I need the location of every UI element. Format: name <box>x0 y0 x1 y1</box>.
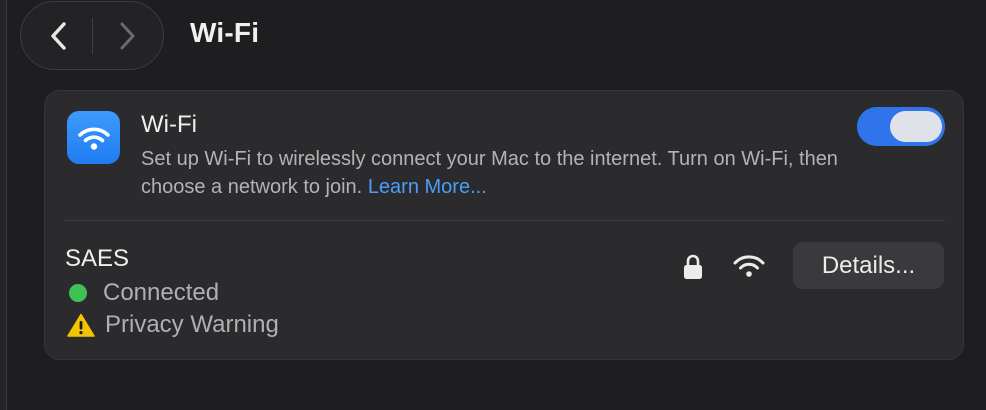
connection-status: Connected <box>67 279 219 307</box>
nav-separator <box>92 18 93 54</box>
wifi-description-text: Set up Wi-Fi to wirelessly connect your … <box>141 148 838 198</box>
connection-status-label: Connected <box>103 279 220 306</box>
back-button[interactable] <box>35 12 83 60</box>
navigation-controls <box>20 1 164 70</box>
warning-icon <box>67 313 95 337</box>
forward-button[interactable] <box>103 12 151 60</box>
wifi-description: Set up Wi-Fi to wirelessly connect your … <box>141 145 841 201</box>
sidebar-edge <box>0 0 7 410</box>
toggle-knob <box>890 111 942 142</box>
privacy-warning-label: Privacy Warning <box>105 311 279 338</box>
chevron-right-icon <box>120 22 135 50</box>
wifi-section-title: Wi-Fi <box>141 111 197 138</box>
wifi-settings-card: Wi-Fi Set up Wi-Fi to wirelessly connect… <box>44 90 964 360</box>
learn-more-link[interactable]: Learn More... <box>368 176 487 198</box>
wifi-icon <box>67 111 120 164</box>
wifi-toggle[interactable] <box>857 107 945 146</box>
connected-status-dot <box>69 284 87 302</box>
network-name: SAES <box>65 245 130 272</box>
details-button[interactable]: Details... <box>793 242 944 289</box>
lock-icon <box>684 254 702 279</box>
privacy-warning: Privacy Warning <box>67 311 279 339</box>
divider <box>65 220 945 221</box>
wifi-signal-icon <box>733 255 765 277</box>
chevron-left-icon <box>51 22 66 50</box>
page-title: Wi-Fi <box>190 17 260 48</box>
